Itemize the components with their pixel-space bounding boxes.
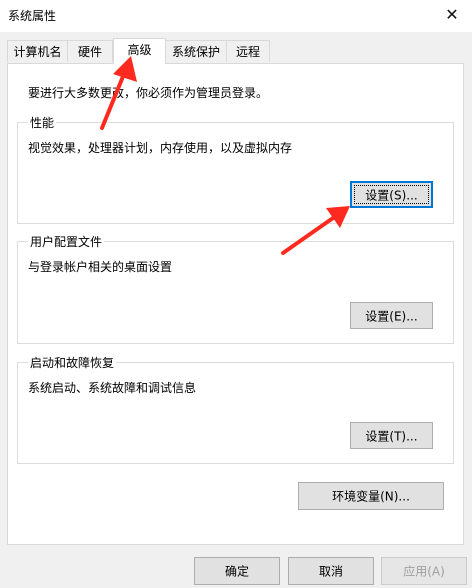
performance-description: 视觉效果，处理器计划，内存使用，以及虚拟内存 [28,141,293,155]
advanced-tab-panel: 要进行大多数更改，你必须作为管理员登录。 性能 视觉效果，处理器计划，内存使用，… [7,63,464,545]
user-profiles-settings-button[interactable]: 设置(E)... [350,302,433,329]
close-icon[interactable]: ✕ [438,2,466,28]
user-profiles-description: 与登录帐户相关的桌面设置 [28,260,173,274]
tab-remote[interactable]: 远程 [226,40,270,62]
performance-settings-button[interactable]: 设置(S)... [350,181,433,208]
user-profiles-settings-label: 设置(E)... [365,309,418,323]
admin-notice: 要进行大多数更改，你必须作为管理员登录。 [28,86,269,100]
apply-label: 应用(A) [403,564,445,579]
startup-recovery-settings-label: 设置(T)... [365,429,418,443]
cancel-label: 取消 [318,564,343,579]
ok-label: 确定 [224,564,249,579]
window-title: 系统属性 [8,9,57,23]
tab-advanced[interactable]: 高级 [113,38,166,64]
ok-button[interactable]: 确定 [194,557,280,585]
environment-variables-label: 环境变量(N)... [332,489,410,504]
startup-recovery-settings-button[interactable]: 设置(T)... [350,422,433,449]
performance-settings-label: 设置(S)... [365,188,418,202]
performance-group-title: 性能 [28,114,57,131]
startup-recovery-description: 系统启动、系统故障和调试信息 [28,381,197,395]
user-profiles-group-title: 用户配置文件 [28,233,105,250]
apply-button: 应用(A) [381,557,467,585]
tab-hardware[interactable]: 硬件 [67,40,113,62]
tab-computer-name[interactable]: 计算机名 [7,40,68,62]
startup-recovery-group-title: 启动和故障恢复 [28,354,117,371]
title-bar: 系统属性 ✕ [0,0,472,32]
tab-system-protection[interactable]: 系统保护 [165,40,227,62]
performance-group [17,122,454,224]
cancel-button[interactable]: 取消 [288,557,374,585]
environment-variables-button[interactable]: 环境变量(N)... [298,482,444,510]
